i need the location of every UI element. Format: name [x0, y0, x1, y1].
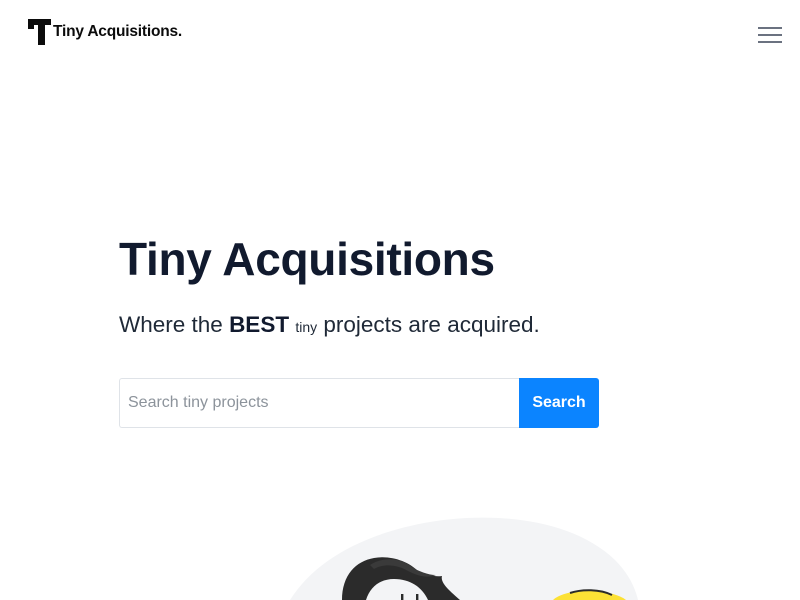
navbar: Tiny Acquisitions.	[0, 0, 800, 66]
character-illustration	[290, 517, 638, 600]
t-logo-icon	[28, 19, 51, 45]
tagline-best: BEST	[229, 312, 290, 337]
hero-title: Tiny Acquisitions	[119, 233, 495, 285]
character-eye-left	[401, 594, 404, 600]
hamburger-menu-button[interactable]	[754, 22, 786, 48]
tagline-tiny: tiny	[295, 319, 318, 335]
page: Tiny Acquisitions. Tiny Acquisitions Whe…	[0, 0, 800, 600]
hero-tagline: Where the BEST tiny projects are acquire…	[119, 310, 679, 342]
search-button[interactable]: Search	[519, 378, 599, 428]
brand-logo-text: Tiny Acquisitions.	[53, 23, 183, 40]
hero-section: Tiny Acquisitions Where the BEST tiny pr…	[119, 230, 679, 342]
tagline-prefix: Where the	[119, 312, 230, 337]
brand-logo-link[interactable]: Tiny Acquisitions.	[28, 19, 182, 45]
search-form: Search	[119, 378, 599, 428]
hamburger-menu-icon	[758, 27, 782, 43]
hero-illustration	[270, 505, 650, 600]
search-input[interactable]	[119, 378, 519, 428]
background-blob	[290, 517, 638, 600]
character-eye-right	[416, 594, 419, 600]
tagline-suffix: projects are acquired.	[317, 312, 540, 337]
